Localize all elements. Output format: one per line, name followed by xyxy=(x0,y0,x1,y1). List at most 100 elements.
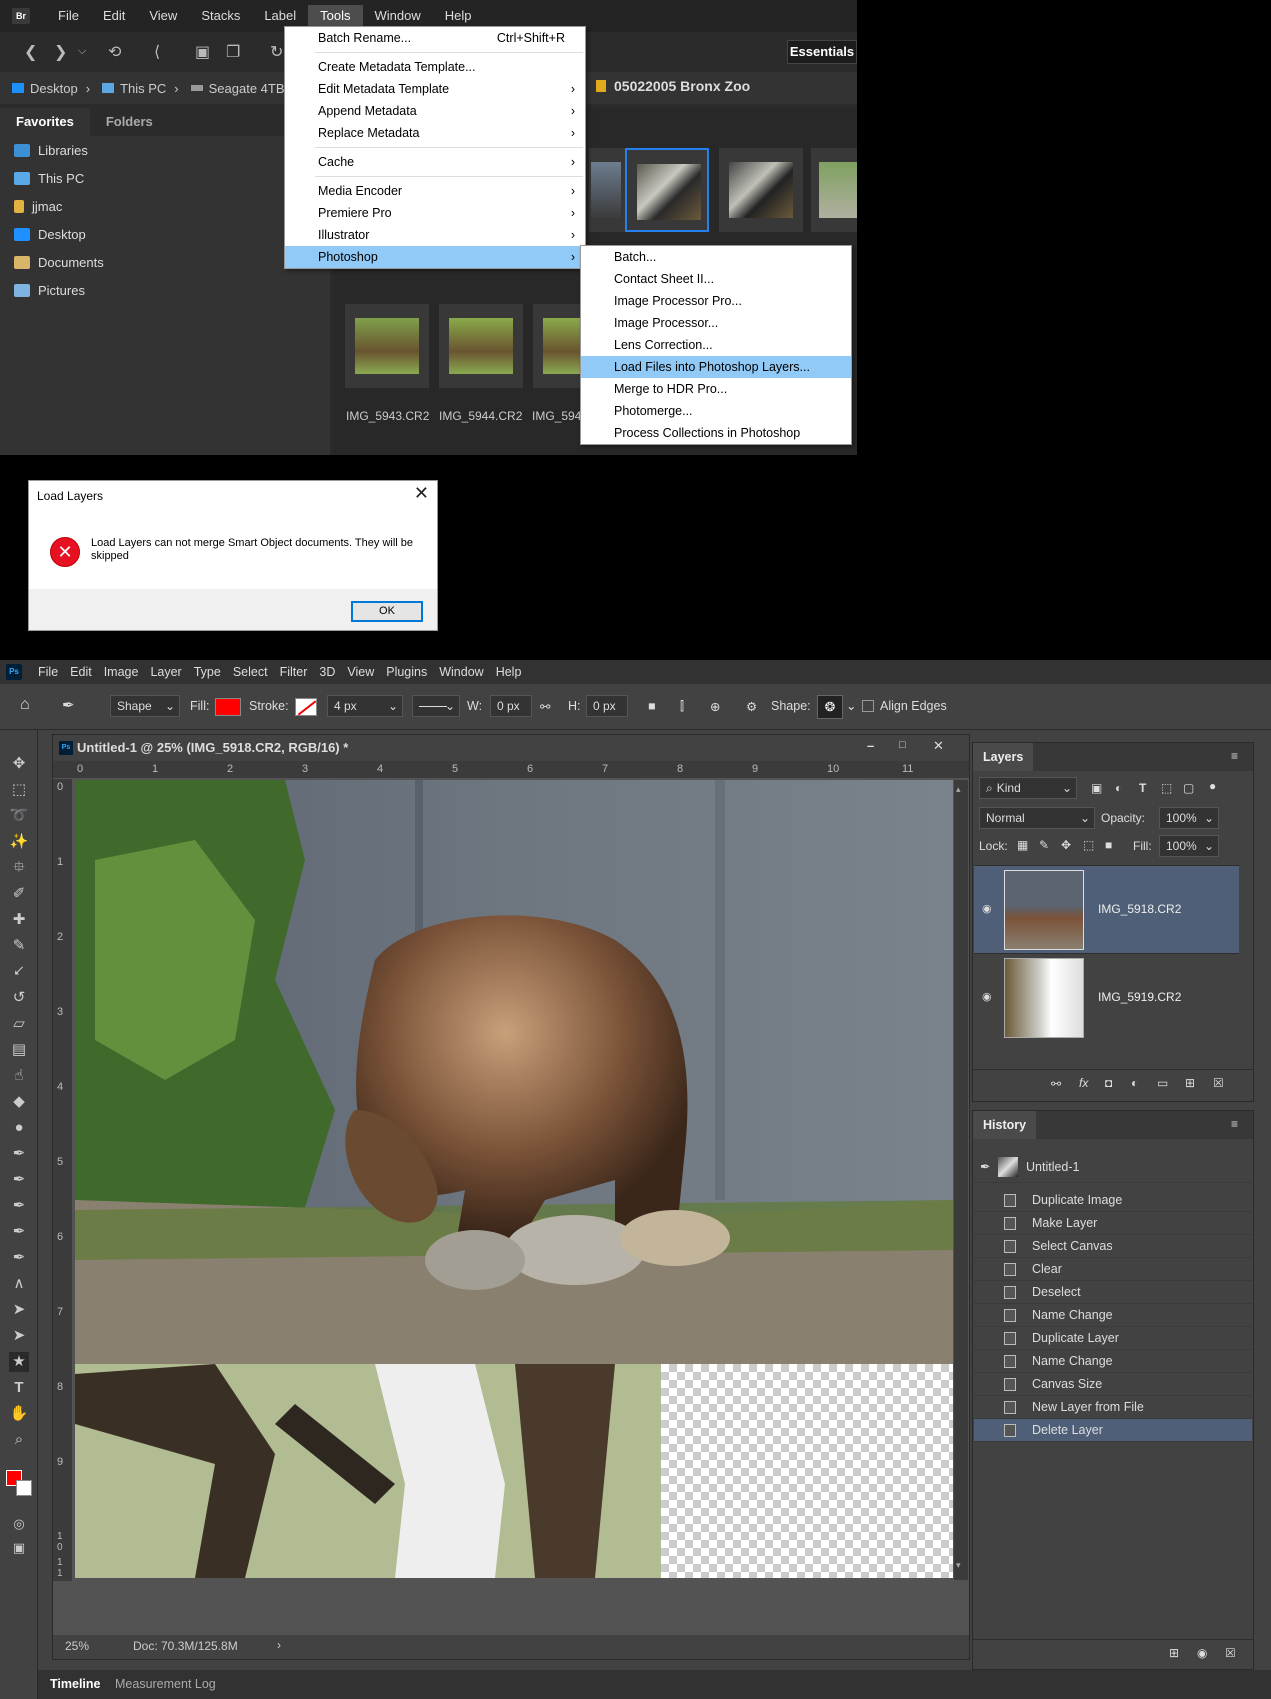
path-alignment-icon[interactable]: ⫿ xyxy=(680,699,684,714)
history-state[interactable]: New Layer from File xyxy=(974,1396,1252,1419)
fill-color-swatch[interactable] xyxy=(215,698,241,716)
stroke-color-swatch[interactable] xyxy=(295,698,317,716)
thumbnail[interactable] xyxy=(533,304,583,388)
filter-adjustment-icon[interactable]: ◐ xyxy=(1115,781,1122,795)
height-input[interactable]: 0 px xyxy=(586,695,628,717)
gradient-tool-icon[interactable]: ▤ xyxy=(9,1040,29,1060)
tab-layers[interactable]: Layers xyxy=(973,743,1034,771)
brush-tool-icon[interactable]: ✎ xyxy=(9,936,29,956)
lock-artboard-icon[interactable]: ⬚ xyxy=(1083,838,1094,852)
healing-brush-icon[interactable]: ✚ xyxy=(9,910,29,930)
ps-menu-3d[interactable]: 3D xyxy=(313,665,341,679)
ps-menu-file[interactable]: File xyxy=(32,665,64,679)
menu-item-photomerge[interactable]: Photomerge... xyxy=(581,400,851,422)
ps-menu-layer[interactable]: Layer xyxy=(144,665,187,679)
trash-icon[interactable]: ☒ xyxy=(1225,1646,1236,1660)
path-arrangement-icon[interactable]: ⊕ xyxy=(710,699,720,714)
lock-position-icon[interactable]: ✥ xyxy=(1061,838,1071,852)
history-state[interactable]: Deselect xyxy=(974,1281,1252,1304)
stamp-tool-icon[interactable]: ⭩ xyxy=(9,962,29,982)
adjustment-layer-icon[interactable]: ◐ xyxy=(1131,1076,1138,1090)
gear-icon[interactable]: ⚙ xyxy=(746,699,757,714)
ps-menu-edit[interactable]: Edit xyxy=(64,665,98,679)
menu-help[interactable]: Help xyxy=(433,5,484,27)
history-brush-icon[interactable]: ↺ xyxy=(9,988,29,1008)
copy-icon[interactable]: ❐ xyxy=(226,42,240,62)
delete-anchor-icon[interactable]: ✒ xyxy=(9,1248,29,1268)
favorite-libraries[interactable]: Libraries xyxy=(0,136,330,164)
shape-picker[interactable]: ❂ xyxy=(817,695,843,719)
home-icon[interactable]: ⌂ xyxy=(20,696,30,714)
crop-tool-icon[interactable]: ⯐ xyxy=(9,858,29,878)
favorite-jjmac[interactable]: jjmac xyxy=(0,192,330,220)
scroll-up-icon[interactable]: ▴ xyxy=(956,784,961,795)
menu-item-photoshop[interactable]: Photoshop › xyxy=(285,246,585,268)
menu-item-batch-rename[interactable]: Batch Rename... Ctrl+Shift+R xyxy=(285,27,585,49)
hand-tool-icon[interactable]: ✋ xyxy=(9,1404,29,1424)
menu-item-edit-metadata-template[interactable]: Edit Metadata Template › xyxy=(285,78,585,100)
chevron-right-icon[interactable]: › xyxy=(277,1638,281,1652)
favorite-pictures[interactable]: Pictures xyxy=(0,276,330,304)
add-anchor-icon[interactable]: ✒ xyxy=(9,1222,29,1242)
menu-item-create-metadata-template[interactable]: Create Metadata Template... xyxy=(285,56,585,78)
history-state[interactable]: Duplicate Layer xyxy=(974,1327,1252,1350)
menu-edit[interactable]: Edit xyxy=(91,5,137,27)
tab-folders[interactable]: Folders xyxy=(90,108,169,136)
scroll-down-icon[interactable]: ▾ xyxy=(956,1560,961,1571)
menu-label[interactable]: Label xyxy=(252,5,308,27)
forward-icon[interactable]: ❯ xyxy=(54,42,67,62)
filter-smart-object-icon[interactable]: ▢ xyxy=(1183,781,1194,795)
history-state[interactable]: Make Layer xyxy=(974,1212,1252,1235)
move-tool-icon[interactable]: ✥ xyxy=(9,754,29,774)
document-info[interactable]: Doc: 70.3M/125.8M xyxy=(133,1639,238,1653)
menu-item-image-processor-pro[interactable]: Image Processor Pro... xyxy=(581,290,851,312)
maximize-icon[interactable]: □ xyxy=(899,739,906,751)
new-document-from-state-icon[interactable]: ⊞ xyxy=(1169,1646,1179,1660)
eye-icon[interactable]: ◉ xyxy=(982,902,992,915)
menu-item-append-metadata[interactable]: Append Metadata › xyxy=(285,100,585,122)
background-color-swatch[interactable] xyxy=(16,1480,32,1496)
minimize-icon[interactable]: – xyxy=(867,738,874,753)
lasso-tool-icon[interactable]: ➰ xyxy=(9,806,29,826)
filter-type-icon[interactable]: T xyxy=(1139,781,1146,795)
tab-measurement-log[interactable]: Measurement Log xyxy=(115,1677,216,1691)
stroke-type-select[interactable]: ⌄ xyxy=(412,695,460,717)
history-state[interactable]: Name Change xyxy=(974,1304,1252,1327)
menu-item-premiere-pro[interactable]: Premiere Pro › xyxy=(285,202,585,224)
favorite-this-pc[interactable]: This PC xyxy=(0,164,330,192)
thumbnail[interactable] xyxy=(439,304,523,388)
eraser-tool-icon[interactable]: ▱ xyxy=(9,1014,29,1034)
opacity-input[interactable]: 100% ⌄ xyxy=(1159,807,1219,829)
tab-favorites[interactable]: Favorites xyxy=(0,108,90,136)
dodge-tool-icon[interactable]: ● xyxy=(9,1118,29,1138)
tab-history[interactable]: History xyxy=(973,1111,1037,1139)
history-state[interactable]: Canvas Size xyxy=(974,1373,1252,1396)
rotate-icon[interactable]: ↻ xyxy=(270,42,283,62)
favorite-desktop[interactable]: Desktop xyxy=(0,220,330,248)
freeform-pen-icon[interactable]: ✒ xyxy=(9,1170,29,1190)
convert-point-icon[interactable]: ∧ xyxy=(9,1274,29,1294)
ps-menu-type[interactable]: Type xyxy=(188,665,227,679)
chevron-down-icon[interactable]: ⌵ xyxy=(78,45,86,58)
filter-shape-icon[interactable]: ⬚ xyxy=(1161,781,1172,795)
align-edges-checkbox[interactable] xyxy=(862,700,874,712)
zoom-level[interactable]: 25% xyxy=(65,1639,89,1653)
menu-item-replace-metadata[interactable]: Replace Metadata › xyxy=(285,122,585,144)
thumbnail-selected[interactable] xyxy=(625,148,709,232)
essentials-workspace-button[interactable]: Essentials xyxy=(787,40,857,64)
magic-wand-icon[interactable]: ✨ xyxy=(9,832,29,852)
layer-filter-select[interactable]: ⌕ Kind ⌄ xyxy=(979,777,1077,799)
layer-row[interactable]: ◉ IMG_5918.CR2 xyxy=(974,865,1239,953)
ps-menu-plugins[interactable]: Plugins xyxy=(380,665,433,679)
thumbnail[interactable] xyxy=(811,148,857,232)
close-icon[interactable]: ✕ xyxy=(414,483,429,504)
smudge-tool-icon[interactable]: ☝ xyxy=(9,1066,29,1086)
fill-input[interactable]: 100% ⌄ xyxy=(1159,835,1219,857)
boomerang-icon[interactable]: ⟨ xyxy=(154,42,160,62)
breadcrumb-desktop[interactable]: Desktop › xyxy=(12,81,90,96)
custom-shape-tool-icon[interactable]: ★ xyxy=(9,1352,29,1372)
pen-tool-icon[interactable]: ✒ xyxy=(9,1144,29,1164)
eyedropper-icon[interactable]: ✐ xyxy=(9,884,29,904)
menu-window[interactable]: Window xyxy=(363,5,433,27)
ps-menu-select[interactable]: Select xyxy=(227,665,274,679)
